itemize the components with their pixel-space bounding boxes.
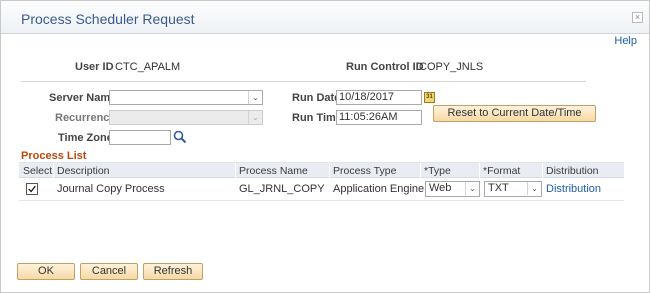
dialog-title: Process Scheduler Request bbox=[21, 11, 195, 27]
user-id-label: User ID bbox=[75, 61, 114, 73]
column-divider bbox=[235, 163, 236, 178]
server-name-select[interactable]: ⌄ bbox=[109, 90, 263, 105]
distribution-link[interactable]: Distribution bbox=[546, 183, 601, 195]
row-process-name: GL_JRNL_COPY bbox=[239, 183, 325, 195]
chevron-down-icon: ⌄ bbox=[248, 111, 262, 124]
time-zone-input[interactable] bbox=[109, 130, 171, 145]
column-header-type: *Type bbox=[424, 165, 451, 177]
user-id-value: CTC_APALM bbox=[115, 61, 181, 73]
process-list-grid: Select Description Process Name Process … bbox=[19, 162, 624, 201]
checkbox-checked-icon[interactable] bbox=[26, 183, 38, 195]
column-header-format: *Format bbox=[483, 165, 521, 177]
refresh-button[interactable]: Refresh bbox=[143, 263, 203, 280]
column-divider bbox=[53, 163, 54, 178]
column-header-distribution: Distribution bbox=[546, 165, 599, 177]
column-divider bbox=[329, 163, 330, 178]
close-icon[interactable]: × bbox=[632, 12, 643, 23]
process-scheduler-dialog: Process Scheduler Request × Help User ID… bbox=[0, 0, 650, 293]
row-divider bbox=[19, 200, 624, 201]
run-control-id-label: Run Control ID bbox=[346, 61, 424, 73]
run-time-label: Run Time bbox=[292, 112, 342, 124]
ok-button[interactable]: OK bbox=[17, 263, 75, 280]
recurrence-select: ⌄ bbox=[109, 110, 263, 125]
help-link[interactable]: Help bbox=[614, 35, 637, 47]
output-type-select[interactable]: Web ⌄ bbox=[425, 181, 480, 197]
process-list-header: Select Description Process Name Process … bbox=[19, 163, 624, 178]
output-format-value: TXT bbox=[488, 182, 509, 194]
run-date-label: Run Date bbox=[292, 92, 341, 104]
run-control-id-value: COPY_JNLS bbox=[419, 61, 484, 73]
search-icon[interactable] bbox=[173, 130, 187, 144]
column-header-process-name: Process Name bbox=[239, 165, 308, 177]
reset-date-time-button[interactable]: Reset to Current Date/Time bbox=[433, 105, 596, 122]
chevron-down-icon: ⌄ bbox=[527, 182, 541, 195]
output-format-select[interactable]: TXT ⌄ bbox=[484, 181, 542, 197]
header-divider bbox=[21, 81, 586, 82]
row-process-type: Application Engine bbox=[333, 183, 425, 195]
chevron-down-icon: ⌄ bbox=[248, 91, 262, 104]
dialog-titlebar: Process Scheduler Request × bbox=[1, 1, 649, 34]
column-divider bbox=[542, 163, 543, 178]
column-divider bbox=[479, 163, 480, 178]
process-list-title: Process List bbox=[21, 150, 87, 162]
calendar-icon[interactable]: 31 bbox=[424, 92, 435, 103]
column-divider bbox=[420, 163, 421, 178]
server-name-label: Server Name bbox=[49, 92, 117, 104]
column-header-select: Select bbox=[23, 165, 53, 177]
row-description: Journal Copy Process bbox=[57, 183, 165, 195]
run-date-input[interactable]: 10/18/2017 bbox=[336, 90, 422, 105]
column-header-description: Description bbox=[57, 165, 110, 177]
output-type-value: Web bbox=[429, 182, 452, 194]
time-zone-label: Time Zone bbox=[58, 132, 113, 144]
chevron-down-icon: ⌄ bbox=[465, 182, 479, 195]
column-header-process-type: Process Type bbox=[333, 165, 397, 177]
cancel-button[interactable]: Cancel bbox=[80, 263, 138, 280]
recurrence-label: Recurrence bbox=[55, 112, 116, 124]
run-time-input[interactable]: 11:05:26AM bbox=[336, 110, 422, 125]
